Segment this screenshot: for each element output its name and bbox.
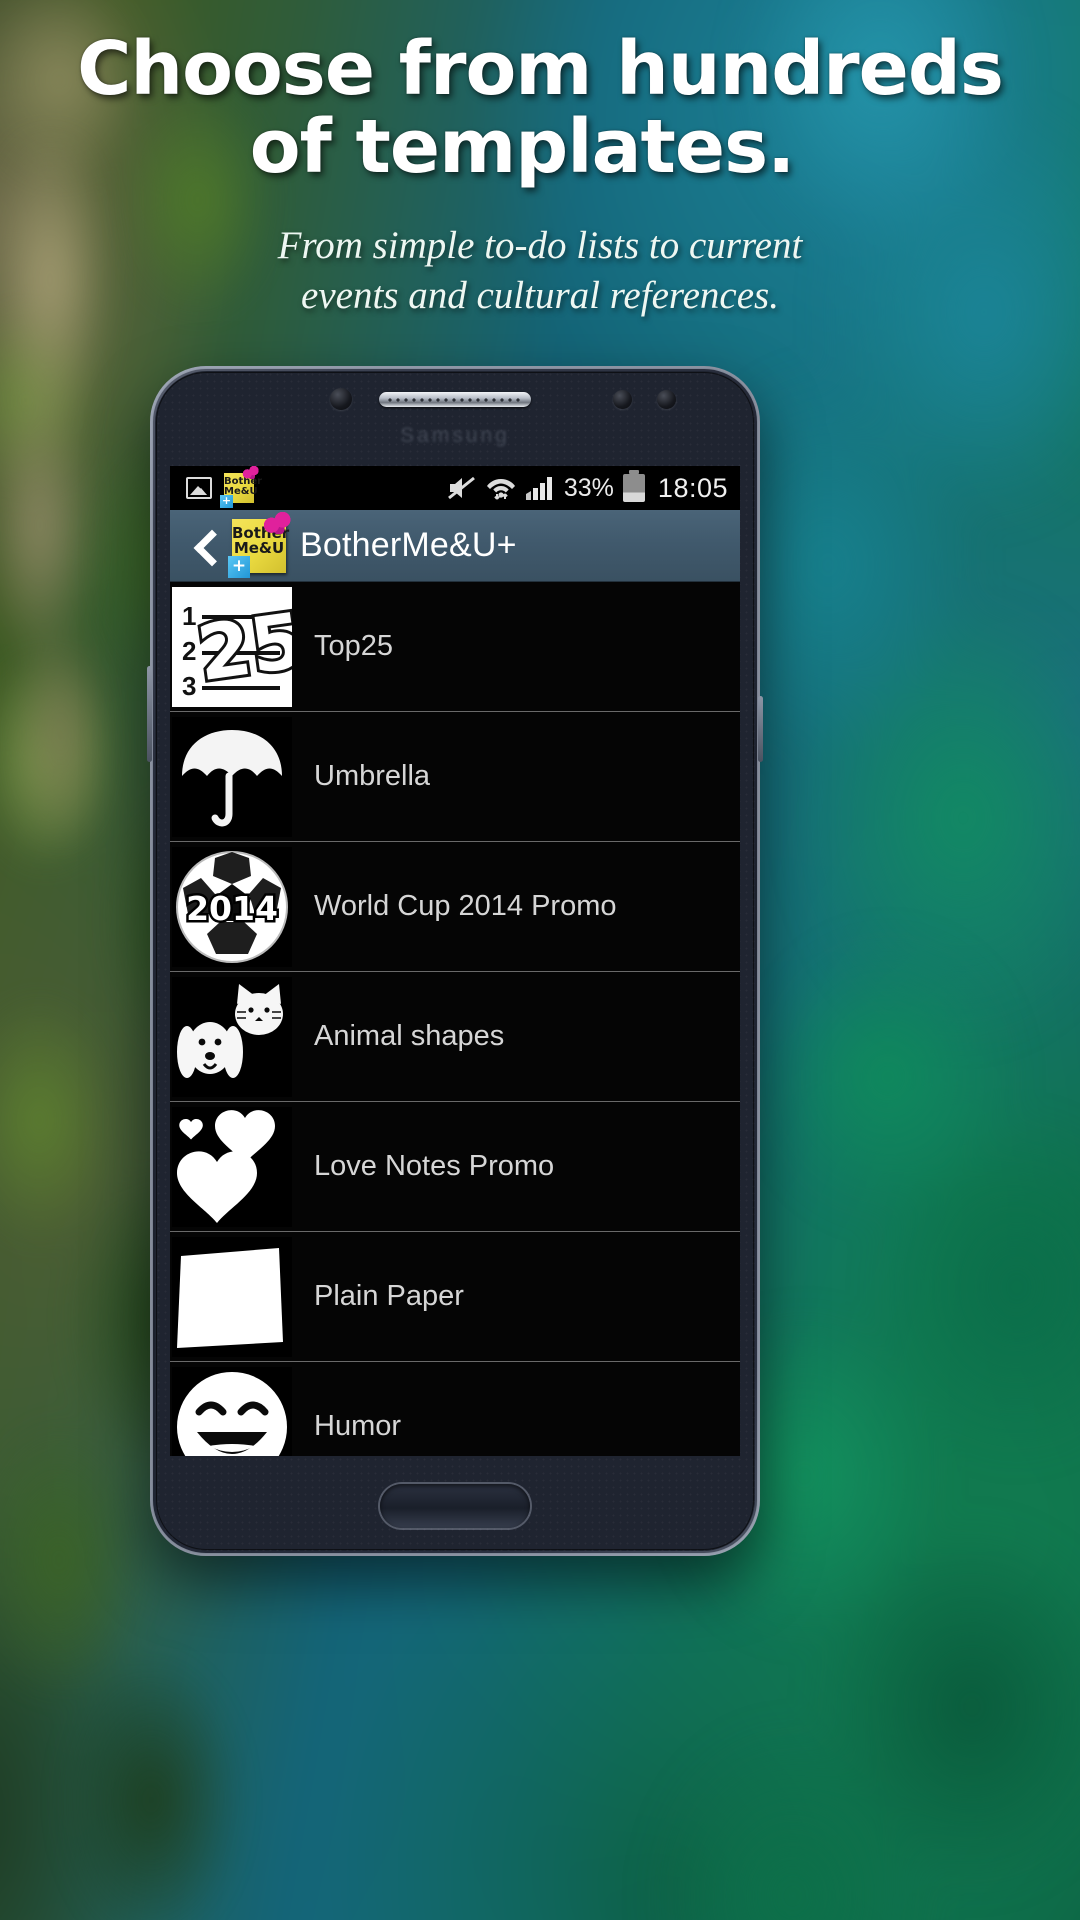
mute-icon bbox=[447, 476, 475, 500]
battery-icon bbox=[622, 474, 645, 502]
promo-subline-line1: From simple to-do lists to current bbox=[277, 223, 803, 267]
plain-paper-icon bbox=[172, 1236, 292, 1357]
list-item[interactable]: 1 2 3 25 Top25 bbox=[170, 582, 740, 712]
promo-headline: Choose from hundreds of templates. bbox=[0, 0, 1080, 187]
list-item-label: Umbrella bbox=[314, 760, 431, 792]
gallery-icon bbox=[186, 477, 212, 499]
list-item[interactable]: Umbrella bbox=[170, 712, 740, 842]
app-action-bar: Bother Me&U + BotherMe&U+ bbox=[170, 510, 740, 582]
light-sensor bbox=[657, 390, 676, 409]
list-item-label: Plain Paper bbox=[314, 1280, 464, 1312]
hearts-icon bbox=[172, 1106, 292, 1227]
promo-subline-line2: events and cultural references. bbox=[301, 273, 779, 317]
status-bar-clock: 18:05 bbox=[657, 472, 728, 503]
ball-year-badge: 2014 bbox=[186, 889, 278, 928]
svg-text:2: 2 bbox=[182, 636, 196, 666]
page-title: BotherMe&U+ bbox=[300, 526, 517, 564]
umbrella-icon bbox=[172, 716, 292, 837]
list-item[interactable]: Humor bbox=[170, 1362, 740, 1456]
signal-bars-icon bbox=[525, 477, 552, 500]
list-item-label: Top25 bbox=[314, 630, 394, 662]
note-plus-badge: + bbox=[220, 494, 233, 508]
template-list[interactable]: 1 2 3 25 Top25 Umbrella 2014 World Cup 2… bbox=[170, 582, 740, 1456]
phone-mockup: Samsung Bother Me&U + 33% 18:05 Me&U + B… bbox=[147, 366, 763, 1556]
volume-button[interactable] bbox=[147, 666, 152, 762]
phone-screen: Bother Me&U + 33% 18:05 Me&U + BotherMe&… bbox=[170, 466, 740, 1456]
dog-and-cat-icon bbox=[172, 976, 292, 1097]
list-item-label: World Cup 2014 Promo bbox=[314, 890, 617, 922]
list-item[interactable]: Animal shapes bbox=[170, 972, 740, 1102]
list-item[interactable]: Plain Paper bbox=[170, 1232, 740, 1362]
status-bar: Bother Me&U + 33% 18:05 bbox=[170, 466, 740, 510]
list-item[interactable]: 2014 World Cup 2014 Promo bbox=[170, 842, 740, 972]
earpiece-speaker bbox=[379, 392, 531, 407]
promo-headline-line1: Choose from hundreds bbox=[77, 26, 1004, 112]
top25-numbered-list-icon: 1 2 3 25 bbox=[172, 586, 292, 707]
svg-text:25: 25 bbox=[192, 595, 292, 698]
list-item[interactable]: Love Notes Promo bbox=[170, 1102, 740, 1232]
note-clip-decoration bbox=[241, 466, 259, 479]
smiley-laugh-icon bbox=[172, 1366, 292, 1456]
wifi-icon bbox=[486, 479, 515, 500]
botherme-note-icon[interactable]: Bother Me&U + bbox=[228, 511, 291, 578]
list-item-label: Love Notes Promo bbox=[314, 1150, 555, 1182]
note-plus-badge: + bbox=[228, 555, 250, 578]
power-button[interactable] bbox=[758, 696, 763, 762]
front-camera-icon bbox=[330, 388, 352, 410]
note-icon-line2: Me&U bbox=[233, 538, 285, 557]
promo-headline-line2: of templates. bbox=[249, 104, 795, 191]
back-chevron-icon[interactable] bbox=[186, 526, 226, 566]
promo-subline: From simple to-do lists to current event… bbox=[0, 187, 1080, 321]
soccer-ball-2014-icon: 2014 bbox=[172, 846, 292, 967]
botherme-note-icon: Bother Me&U + bbox=[220, 466, 262, 508]
promo-text-block: Choose from hundreds of templates. From … bbox=[0, 0, 1080, 321]
proximity-sensor bbox=[613, 390, 632, 409]
status-bar-system-icons: 33% 18:05 bbox=[447, 473, 728, 504]
home-button[interactable] bbox=[380, 1484, 530, 1528]
svg-text:3: 3 bbox=[182, 671, 196, 701]
note-clip-decoration bbox=[261, 511, 291, 534]
phone-brand-label: Samsung bbox=[400, 424, 510, 447]
status-bar-notifications: Bother Me&U + bbox=[186, 466, 262, 508]
battery-percent-label: 33% bbox=[563, 473, 614, 502]
list-item-label: Humor bbox=[314, 1410, 402, 1442]
list-item-label: Animal shapes bbox=[314, 1020, 505, 1052]
